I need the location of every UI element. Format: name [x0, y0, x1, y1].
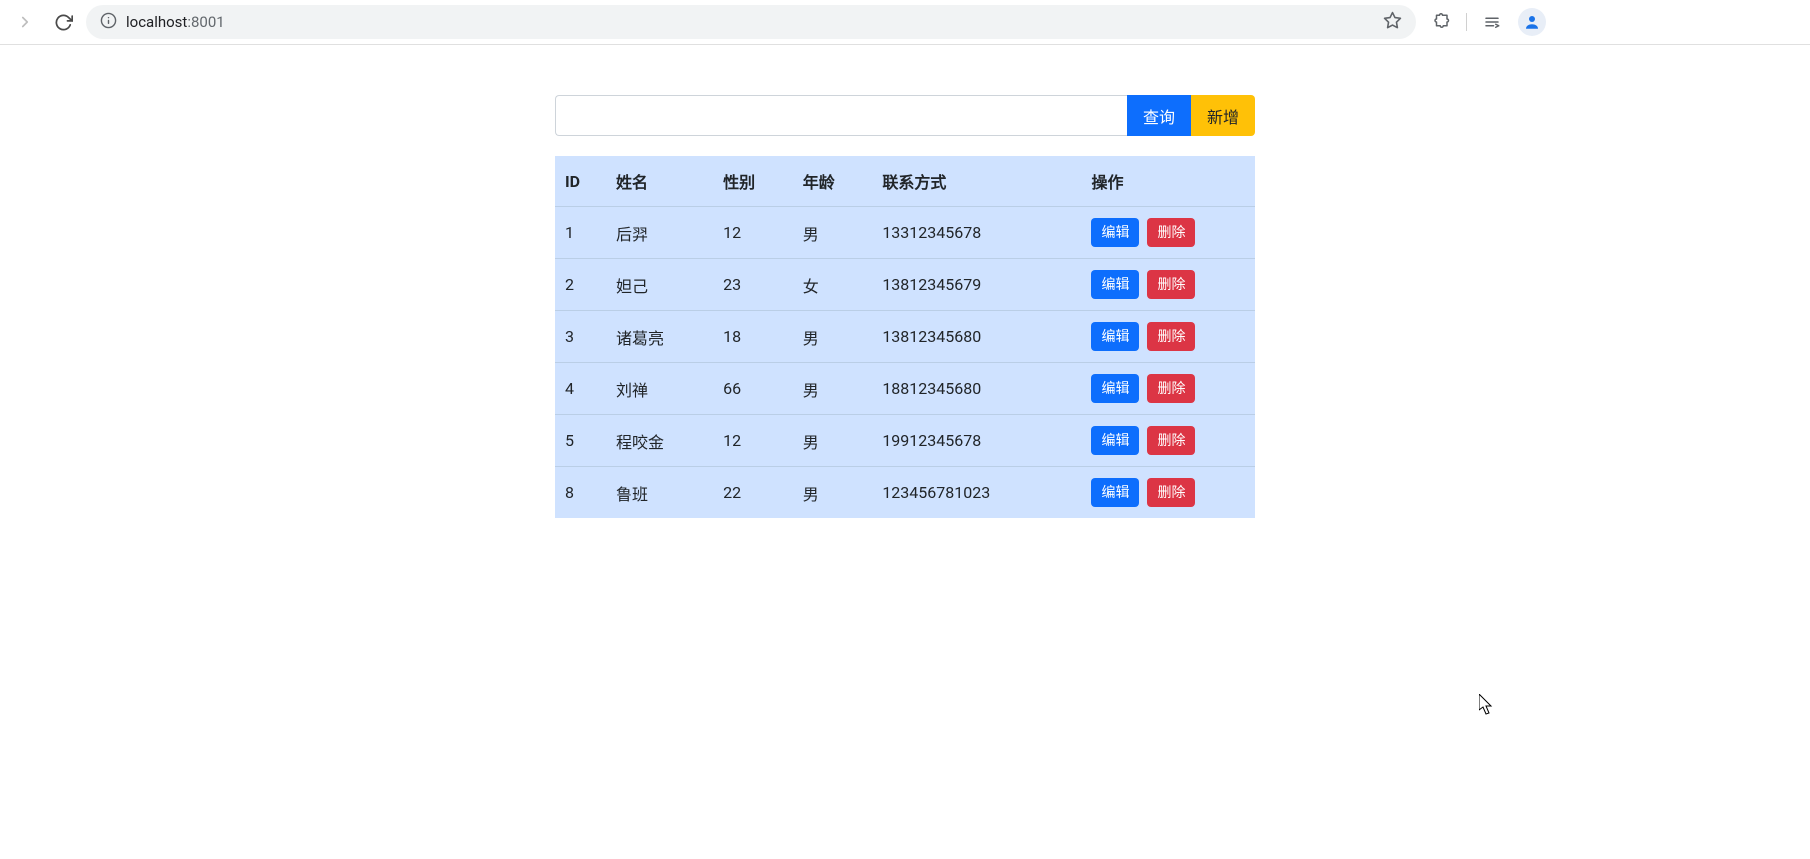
profile-button[interactable] — [1515, 5, 1549, 39]
search-input[interactable] — [555, 95, 1127, 136]
cell-action: 编辑 删除 — [1081, 311, 1255, 363]
header-age: 年龄 — [793, 156, 873, 207]
delete-button[interactable]: 删除 — [1147, 218, 1195, 247]
toolbar-divider — [1466, 13, 1467, 31]
media-control-icon[interactable] — [1475, 5, 1509, 39]
cell-contact: 123456781023 — [872, 467, 1081, 519]
browser-actions — [1424, 5, 1549, 39]
extensions-icon[interactable] — [1424, 5, 1458, 39]
cell-action: 编辑 删除 — [1081, 207, 1255, 259]
cell-action: 编辑 删除 — [1081, 415, 1255, 467]
cell-age: 女 — [793, 259, 873, 311]
table-row: 5 程咬金 12 男 19912345678 编辑 删除 — [555, 415, 1255, 467]
cell-contact: 13812345680 — [872, 311, 1081, 363]
cell-gender: 23 — [713, 259, 793, 311]
edit-button[interactable]: 编辑 — [1091, 478, 1139, 507]
header-gender: 性别 — [713, 156, 793, 207]
cell-id: 5 — [555, 415, 606, 467]
edit-button[interactable]: 编辑 — [1091, 426, 1139, 455]
cell-id: 4 — [555, 363, 606, 415]
data-table: ID 姓名 性别 年龄 联系方式 操作 1 后羿 12 男 1331234567… — [555, 156, 1255, 518]
cell-id: 2 — [555, 259, 606, 311]
cell-gender: 12 — [713, 207, 793, 259]
cell-gender: 18 — [713, 311, 793, 363]
cell-name: 程咬金 — [606, 415, 713, 467]
cell-action: 编辑 删除 — [1081, 259, 1255, 311]
bookmark-star-icon[interactable] — [1383, 11, 1402, 34]
cell-gender: 12 — [713, 415, 793, 467]
table-row: 2 妲己 23 女 13812345679 编辑 删除 — [555, 259, 1255, 311]
edit-button[interactable]: 编辑 — [1091, 374, 1139, 403]
profile-avatar-icon — [1518, 8, 1546, 36]
edit-button[interactable]: 编辑 — [1091, 270, 1139, 299]
cell-age: 男 — [793, 311, 873, 363]
table-header-row: ID 姓名 性别 年龄 联系方式 操作 — [555, 156, 1255, 207]
cell-contact: 13312345678 — [872, 207, 1081, 259]
search-bar: 查询 新增 — [555, 95, 1255, 136]
delete-button[interactable]: 删除 — [1147, 426, 1195, 455]
cell-age: 男 — [793, 415, 873, 467]
cell-gender: 66 — [713, 363, 793, 415]
query-button[interactable]: 查询 — [1127, 95, 1191, 136]
delete-button[interactable]: 删除 — [1147, 374, 1195, 403]
edit-button[interactable]: 编辑 — [1091, 218, 1139, 247]
delete-button[interactable]: 删除 — [1147, 270, 1195, 299]
forward-button[interactable] — [10, 7, 40, 37]
page-content: 查询 新增 ID 姓名 性别 年龄 联系方式 操作 1 后羿 12 男 1331… — [0, 45, 1810, 518]
cell-age: 男 — [793, 467, 873, 519]
table-row: 1 后羿 12 男 13312345678 编辑 删除 — [555, 207, 1255, 259]
edit-button[interactable]: 编辑 — [1091, 322, 1139, 351]
table-row: 3 诸葛亮 18 男 13812345680 编辑 删除 — [555, 311, 1255, 363]
main-container: 查询 新增 ID 姓名 性别 年龄 联系方式 操作 1 后羿 12 男 1331… — [555, 95, 1255, 518]
header-id: ID — [555, 156, 606, 207]
header-contact: 联系方式 — [872, 156, 1081, 207]
address-bar[interactable]: localhost:8001 — [86, 5, 1416, 39]
delete-button[interactable]: 删除 — [1147, 322, 1195, 351]
cell-age: 男 — [793, 207, 873, 259]
cell-name: 后羿 — [606, 207, 713, 259]
table-row: 4 刘禅 66 男 18812345680 编辑 删除 — [555, 363, 1255, 415]
cell-age: 男 — [793, 363, 873, 415]
header-action: 操作 — [1081, 156, 1255, 207]
add-button[interactable]: 新增 — [1191, 95, 1255, 136]
cell-name: 刘禅 — [606, 363, 713, 415]
browser-toolbar: localhost:8001 — [0, 0, 1810, 45]
cell-id: 1 — [555, 207, 606, 259]
cell-id: 3 — [555, 311, 606, 363]
mouse-cursor-icon — [1479, 694, 1495, 716]
cell-name: 妲己 — [606, 259, 713, 311]
cell-contact: 18812345680 — [872, 363, 1081, 415]
cell-contact: 19912345678 — [872, 415, 1081, 467]
url-text: localhost:8001 — [126, 13, 225, 31]
cell-id: 8 — [555, 467, 606, 519]
reload-button[interactable] — [48, 7, 78, 37]
table-row: 8 鲁班 22 男 123456781023 编辑 删除 — [555, 467, 1255, 519]
delete-button[interactable]: 删除 — [1147, 478, 1195, 507]
cell-gender: 22 — [713, 467, 793, 519]
cell-contact: 13812345679 — [872, 259, 1081, 311]
cell-name: 诸葛亮 — [606, 311, 713, 363]
cell-action: 编辑 删除 — [1081, 363, 1255, 415]
header-name: 姓名 — [606, 156, 713, 207]
cell-name: 鲁班 — [606, 467, 713, 519]
cell-action: 编辑 删除 — [1081, 467, 1255, 519]
site-info-icon[interactable] — [100, 12, 117, 33]
